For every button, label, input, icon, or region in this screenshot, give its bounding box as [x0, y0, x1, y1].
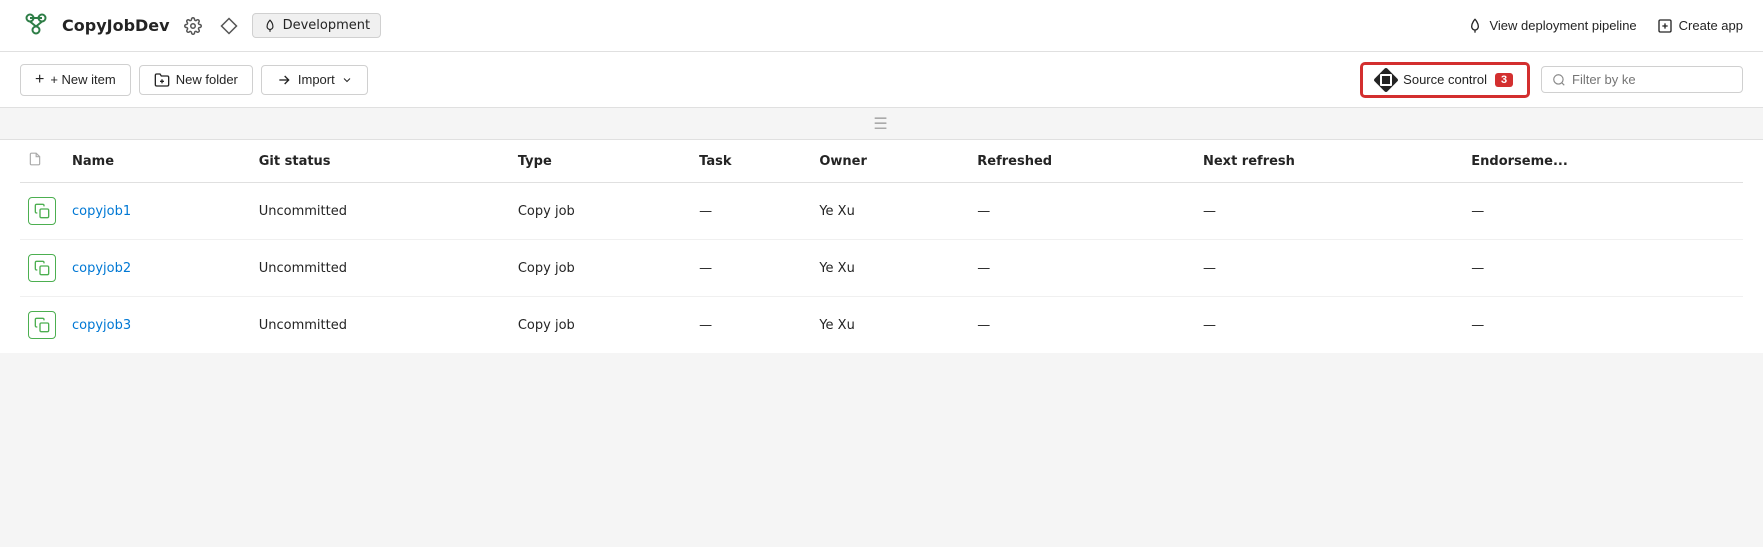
row-refreshed: — [969, 297, 1195, 354]
row-item-icon-cell [20, 297, 64, 354]
row-git-status: Uncommitted [251, 183, 510, 240]
top-bar-left: CopyJobDev Development [20, 10, 381, 42]
row-git-status: Uncommitted [251, 240, 510, 297]
row-owner: Ye Xu [811, 183, 969, 240]
items-table: Name Git status Type Task Owner Refreshe… [20, 140, 1743, 353]
row-owner: Ye Xu [811, 297, 969, 354]
source-control-badge: 3 [1495, 73, 1513, 87]
row-owner: Ye Xu [811, 240, 969, 297]
row-name[interactable]: copyjob1 [64, 183, 251, 240]
row-task: — [691, 183, 811, 240]
row-refreshed: — [969, 183, 1195, 240]
table-header: Name Git status Type Task Owner Refreshe… [20, 140, 1743, 183]
col-header-task: Task [691, 140, 811, 183]
row-next-refresh: — [1195, 240, 1463, 297]
divider-row: ☰ [0, 108, 1763, 140]
env-label: Development [283, 18, 371, 33]
copy-job-icon [28, 254, 56, 282]
source-control-button[interactable]: Source control 3 [1361, 63, 1529, 97]
col-header-refreshed: Refreshed [969, 140, 1195, 183]
filter-input-wrapper [1541, 66, 1743, 93]
toolbar: + + New item New folder Import Source co… [0, 52, 1763, 108]
col-header-name: Name [64, 140, 251, 183]
row-name[interactable]: copyjob3 [64, 297, 251, 354]
settings-icon-button[interactable] [180, 13, 206, 39]
table-row: copyjob3 Uncommitted Copy job — Ye Xu — … [20, 297, 1743, 354]
row-endorsement: — [1463, 183, 1743, 240]
view-pipeline-button[interactable]: View deployment pipeline [1467, 18, 1636, 34]
document-col-icon [28, 152, 42, 166]
view-pipeline-label: View deployment pipeline [1489, 18, 1636, 33]
row-type: Copy job [510, 240, 691, 297]
create-app-button[interactable]: Create app [1657, 18, 1743, 34]
import-icon [276, 72, 292, 88]
table-wrapper: Name Git status Type Task Owner Refreshe… [0, 140, 1763, 353]
row-git-status: Uncommitted [251, 297, 510, 354]
copy-job-icon [28, 197, 56, 225]
row-type: Copy job [510, 183, 691, 240]
row-endorsement: — [1463, 297, 1743, 354]
import-chevron-icon [341, 74, 353, 86]
new-folder-button[interactable]: New folder [139, 65, 253, 95]
col-header-next-refresh: Next refresh [1195, 140, 1463, 183]
header-row: Name Git status Type Task Owner Refreshe… [20, 140, 1743, 183]
new-item-icon: + [35, 71, 44, 89]
source-control-label: Source control [1403, 72, 1487, 87]
new-item-button[interactable]: + + New item [20, 64, 131, 96]
col-header-type: Type [510, 140, 691, 183]
git-icon [1373, 67, 1398, 92]
diamond-icon-button[interactable] [216, 13, 242, 39]
row-name[interactable]: copyjob2 [64, 240, 251, 297]
col-header-git-status: Git status [251, 140, 510, 183]
row-item-icon-cell [20, 240, 64, 297]
row-next-refresh: — [1195, 183, 1463, 240]
toolbar-left: + + New item New folder Import [20, 64, 368, 96]
create-app-label: Create app [1679, 18, 1743, 33]
diamond-icon [220, 17, 238, 35]
search-icon [1552, 73, 1566, 87]
table-row: copyjob2 Uncommitted Copy job — Ye Xu — … [20, 240, 1743, 297]
row-type: Copy job [510, 297, 691, 354]
rocket-icon [263, 19, 277, 33]
copy-job-icon [28, 311, 56, 339]
top-bar: CopyJobDev Development View deployme [0, 0, 1763, 52]
new-item-label: + New item [50, 72, 115, 87]
app-logo-icon [20, 10, 52, 42]
top-bar-right: View deployment pipeline Create app [1467, 18, 1743, 34]
import-button[interactable]: Import [261, 65, 368, 95]
row-task: — [691, 240, 811, 297]
col-header-owner: Owner [811, 140, 969, 183]
table-body: copyjob1 Uncommitted Copy job — Ye Xu — … [20, 183, 1743, 354]
col-header-endorsement: Endorseme... [1463, 140, 1743, 183]
drag-handle-icon: ☰ [873, 114, 889, 133]
row-item-icon-cell [20, 183, 64, 240]
row-endorsement: — [1463, 240, 1743, 297]
import-label: Import [298, 72, 335, 87]
toolbar-right: Source control 3 [1361, 63, 1743, 97]
row-refreshed: — [969, 240, 1195, 297]
environment-badge[interactable]: Development [252, 13, 382, 38]
pipeline-icon [1467, 18, 1483, 34]
table-row: copyjob1 Uncommitted Copy job — Ye Xu — … [20, 183, 1743, 240]
create-app-icon [1657, 18, 1673, 34]
app-title: CopyJobDev [62, 16, 170, 35]
row-next-refresh: — [1195, 297, 1463, 354]
settings-icon [184, 17, 202, 35]
filter-input[interactable] [1572, 72, 1732, 87]
col-header-icon [20, 140, 64, 183]
new-folder-icon [154, 72, 170, 88]
new-folder-label: New folder [176, 72, 238, 87]
row-task: — [691, 297, 811, 354]
